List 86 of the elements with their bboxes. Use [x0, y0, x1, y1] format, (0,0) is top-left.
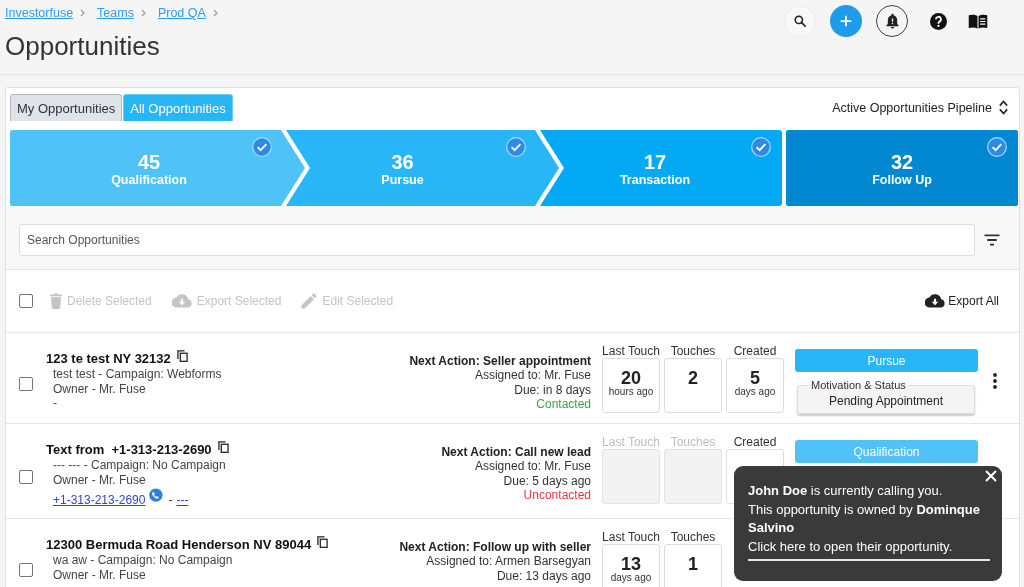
filter-icon[interactable] — [984, 234, 1000, 246]
stat-value: 20 — [621, 370, 641, 387]
stat-value: 2 — [688, 370, 698, 387]
pipeline-stage[interactable]: 32 Follow Up — [786, 130, 1018, 206]
pipeline-stage[interactable]: 17 Transaction — [540, 130, 782, 206]
assignee: Assigned to: Armen Barsegyan — [425, 554, 591, 569]
phone-link[interactable]: +1-313-213-2690 — [53, 493, 146, 507]
search-field[interactable]: Search Opportunities — [19, 224, 975, 256]
search-icon — [793, 14, 807, 28]
phone-icon[interactable] — [146, 487, 165, 504]
bell-icon — [885, 13, 899, 29]
add-button[interactable] — [830, 5, 862, 37]
chevron-right-icon — [140, 9, 146, 17]
opportunity-detail: Owner - Mr. Fuse — [52, 567, 147, 582]
copy-icon[interactable] — [217, 441, 229, 453]
close-icon[interactable] — [985, 470, 997, 482]
assignee: Assigned to: Mr. Fuse — [473, 368, 591, 383]
pipeline-select[interactable]: Active Opportunities Pipeline — [832, 99, 1009, 116]
open-opportunity-link[interactable]: Click here to open their opportunity. — [748, 537, 953, 556]
kebab-menu-icon[interactable] — [993, 373, 997, 389]
select-all-checkbox[interactable] — [19, 294, 33, 308]
incoming-call-toast[interactable]: John Doe is currently calling you. This opportunity is owned by Dominque Salvino Click here to open their opportunity. — [734, 466, 1002, 581]
next-action: Next Action: Seller appointment — [409, 354, 591, 369]
caller-message: John Doe is currently calling you. — [748, 482, 944, 500]
book-icon[interactable] — [968, 13, 988, 29]
pencil-icon — [301, 293, 318, 309]
contact-status: Contacted — [535, 397, 591, 412]
trash-icon — [50, 293, 62, 309]
stage-button[interactable]: Qualification — [795, 440, 978, 463]
row-checkbox[interactable] — [19, 376, 33, 391]
stat-label: Touches — [670, 531, 716, 544]
opportunity-detail: test test - Campaign: Webforms — [52, 367, 223, 382]
copy-icon[interactable] — [176, 350, 188, 362]
assignee: Assigned to: Mr. Fuse — [473, 459, 591, 474]
stat-value: 1 — [688, 556, 698, 573]
breadcrumb-link[interactable]: Teams — [97, 6, 134, 20]
opportunity-detail: Owner - Mr. Fuse — [52, 381, 147, 396]
export-all-button[interactable]: Export All — [925, 294, 999, 308]
motivation-status-select[interactable]: Motivation & Status Pending Appointment — [797, 379, 975, 414]
opportunity-detail: Owner - Mr. Fuse — [52, 472, 147, 487]
contact-status: Uncontacted — [522, 488, 591, 503]
breadcrumb-link[interactable]: Investorfuse — [5, 6, 74, 20]
opportunity-title[interactable]: 123 te test NY 32132 — [46, 350, 171, 367]
search-button[interactable] — [784, 5, 816, 37]
page-title: Opportunities — [5, 31, 161, 61]
next-action: Next Action: Call new lead — [441, 445, 591, 460]
row-checkbox[interactable] — [19, 469, 33, 484]
next-action: Next Action: Follow up with seller — [399, 540, 591, 555]
tab[interactable]: All Opportunities — [123, 94, 233, 121]
cloud-download-icon — [171, 294, 192, 308]
stat-value: 5 — [750, 370, 760, 387]
stage-button[interactable]: Pursue — [795, 349, 978, 372]
pipeline-stage[interactable]: 36 Pursue — [286, 130, 559, 206]
help-icon[interactable] — [930, 12, 947, 30]
chevron-up-down-icon — [998, 99, 1009, 116]
stat-label: Touches — [670, 436, 716, 449]
plus-icon — [839, 14, 853, 28]
due-date: Due: 13 days ago — [495, 568, 591, 584]
opportunity-detail: - — [52, 396, 58, 411]
stat-label: Last Touch — [602, 345, 660, 358]
stat-label: Last Touch — [602, 436, 660, 449]
opportunity-title[interactable]: Text from +1-313-213-2690 — [46, 441, 212, 458]
stat-unit: days ago — [734, 387, 776, 397]
copy-icon[interactable] — [317, 536, 329, 548]
breadcrumb-link[interactable]: Prod QA — [157, 6, 206, 20]
stat-unit: hours ago — [608, 387, 654, 397]
opportunity-detail: wa aw - Campaign: No Campaign — [52, 553, 234, 568]
opportunity-detail: --- --- - Campaign: No Campaign — [52, 458, 227, 473]
cloud-download-icon — [925, 294, 946, 308]
stat-unit: days ago — [610, 573, 652, 583]
pipeline-stage[interactable]: 45 Qualification — [10, 130, 305, 206]
due-date: Due: 5 days ago — [502, 473, 591, 489]
chevron-right-icon — [80, 9, 86, 17]
opportunity-title[interactable]: 12300 Bermuda Road Henderson NV 89044 — [46, 536, 312, 553]
row-checkbox[interactable] — [19, 562, 33, 577]
stat-label: Created — [733, 436, 777, 449]
tab[interactable]: My Opportunities — [10, 94, 123, 121]
stat-label: Last Touch — [602, 531, 660, 544]
separator-text: - — [168, 493, 173, 507]
stat-value: 13 — [621, 556, 641, 573]
stat-label: Created — [733, 345, 777, 358]
stat-label: Touches — [670, 345, 716, 358]
chevron-right-icon — [212, 9, 218, 17]
owner-message: This opportunity is owned by Dominque Salvino — [748, 500, 981, 537]
contact-name-link[interactable]: --- — [176, 493, 189, 507]
due-date: Due: in 8 days — [513, 382, 591, 398]
